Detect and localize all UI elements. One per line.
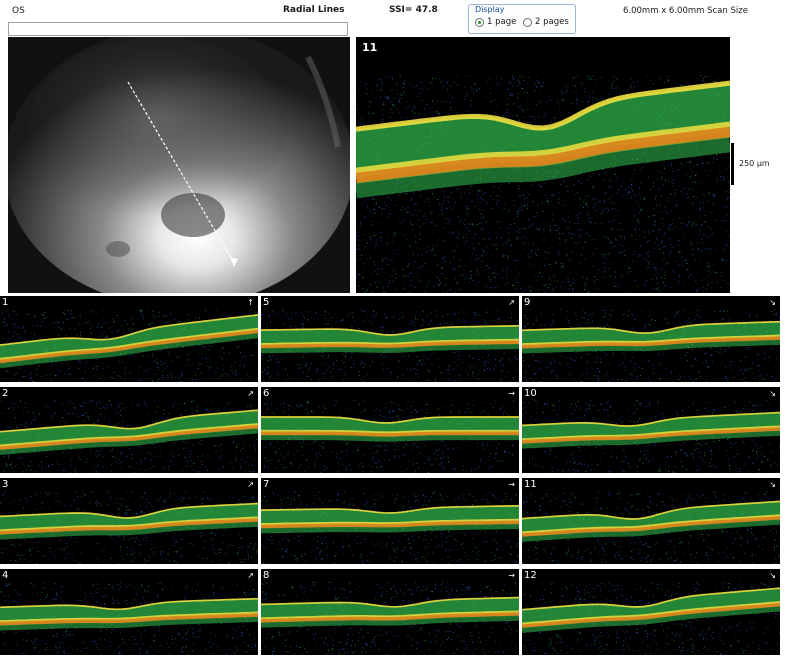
thumb-number: 7 (263, 479, 270, 490)
direction-arrow-icon: ↘ (769, 571, 776, 580)
direction-arrow-icon: → (508, 480, 515, 489)
large-scan-number: 11 (362, 41, 378, 54)
scan-size-label: 6.00mm x 6.00mm Scan Size (623, 6, 748, 16)
eye-label: OS (12, 6, 25, 16)
bscan-thumb-9[interactable]: 9 ↘ (522, 296, 780, 382)
direction-arrow-icon: ↗ (247, 571, 254, 580)
scale-bar (731, 143, 734, 185)
bscan-thumb-7[interactable]: 7 → (261, 478, 519, 564)
protocol-label: Radial Lines (283, 5, 345, 15)
fundus-image (8, 37, 350, 293)
thumb-number: 6 (263, 388, 270, 399)
radio-2-pages[interactable]: 2 pages (523, 17, 569, 27)
bscan-thumb-3[interactable]: 3 ↗ (0, 478, 258, 564)
direction-arrow-icon: ↘ (769, 389, 776, 398)
thumb-number: 4 (2, 570, 9, 581)
bscan-thumb-1[interactable]: 1 ↑ (0, 296, 258, 382)
bscan-thumb-12[interactable]: 12 ↘ (522, 569, 780, 655)
patient-name-field (8, 22, 348, 36)
bscan-thumb-4[interactable]: 4 ↗ (0, 569, 258, 655)
bscan-grid: 1 ↑ 2 ↗ 3 ↗ 4 ↗ 5 ↗ 6 → 7 → 8 → 9 ↘ 10 ↘… (0, 296, 780, 658)
radio-1-page-label: 1 page (487, 17, 517, 27)
direction-arrow-icon: ↗ (247, 480, 254, 489)
display-group: Display 1 page 2 pages (468, 4, 576, 34)
bscan-thumb-11[interactable]: 11 ↘ (522, 478, 780, 564)
thumb-number: 5 (263, 297, 270, 308)
direction-arrow-icon: → (508, 389, 515, 398)
radio-unselected-icon (523, 17, 532, 27)
direction-arrow-icon: ↗ (247, 389, 254, 398)
bscan-thumb-10[interactable]: 10 ↘ (522, 387, 780, 473)
thumb-number: 2 (2, 388, 9, 399)
thumb-number: 8 (263, 570, 270, 581)
bscan-thumb-6[interactable]: 6 → (261, 387, 519, 473)
thumb-number: 10 (524, 388, 537, 399)
ssi-label: SSI= 47.8 (389, 5, 438, 15)
direction-arrow-icon: ↗ (508, 298, 515, 307)
thumb-number: 1 (2, 297, 9, 308)
radio-selected-icon (475, 17, 484, 27)
scale-label: 250 µm (739, 159, 770, 168)
thumb-number: 3 (2, 479, 9, 490)
thumb-number: 12 (524, 570, 537, 581)
bscan-thumb-5[interactable]: 5 ↗ (261, 296, 519, 382)
direction-arrow-icon: → (508, 571, 515, 580)
direction-arrow-icon: ↑ (247, 298, 254, 307)
radio-2-pages-label: 2 pages (535, 17, 569, 27)
large-bscan: 11 (356, 37, 730, 293)
direction-arrow-icon: ↘ (769, 480, 776, 489)
thumb-number: 9 (524, 297, 531, 308)
display-title: Display (475, 5, 505, 14)
radio-1-page[interactable]: 1 page (475, 17, 516, 27)
bscan-thumb-2[interactable]: 2 ↗ (0, 387, 258, 473)
direction-arrow-icon: ↘ (769, 298, 776, 307)
bscan-thumb-8[interactable]: 8 → (261, 569, 519, 655)
thumb-number: 11 (524, 479, 537, 490)
